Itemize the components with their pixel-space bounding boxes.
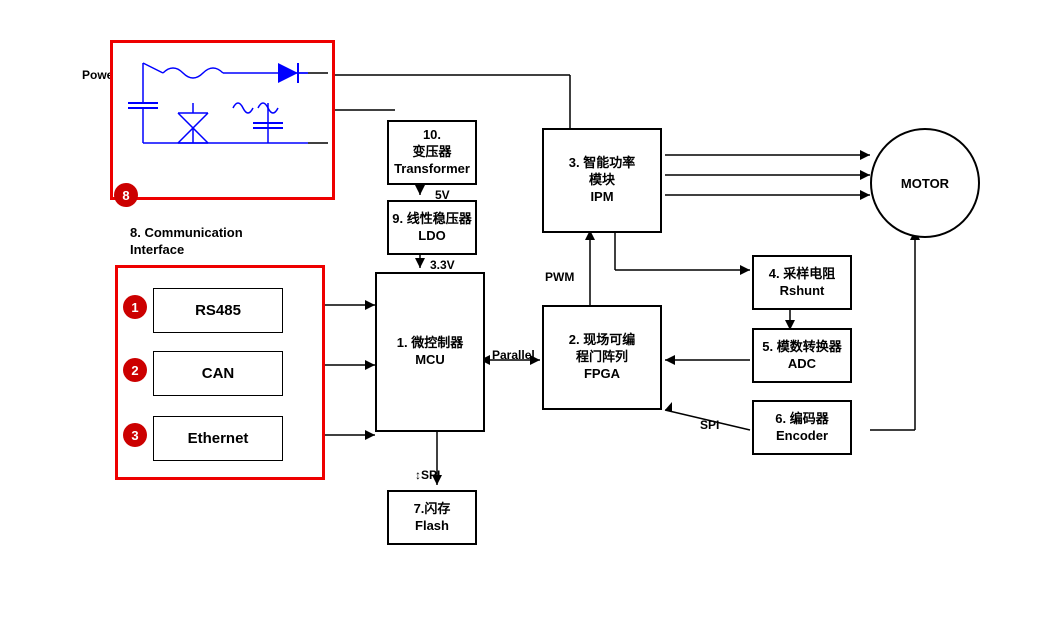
fpga-block: 2. 现场可编 程门阵列 FPGA [542, 305, 662, 410]
ipm-cn2: 模块 [589, 172, 615, 189]
mcu-en: MCU [415, 352, 445, 369]
spi-right-label: SPI [700, 418, 719, 432]
spi-bottom-label: ↕SPI [415, 468, 440, 482]
badge-1: 1 [123, 295, 147, 319]
mcu-block: 1. 微控制器 MCU [375, 272, 485, 432]
transformer-cn: 10. [423, 127, 441, 144]
ipm-block: 3. 智能功率 模块 IPM [542, 128, 662, 233]
transformer-block: 10. 变压器 Transformer [387, 120, 477, 185]
diagram: Power [0, 0, 1044, 624]
encoder-block: 6. 编码器 Encoder [752, 400, 852, 455]
fpga-en: FPGA [584, 366, 620, 383]
can-block: CAN [153, 351, 283, 396]
ipm-cn: 3. 智能功率 [569, 155, 635, 172]
flash-cn: 7.闪存 [414, 501, 451, 518]
badge-2: 2 [123, 358, 147, 382]
parallel-label: Parallel [492, 348, 535, 362]
flash-block: 7.闪存 Flash [387, 490, 477, 545]
v33-label: 3.3V [430, 258, 455, 272]
transformer-cn2: 变压器 [412, 144, 451, 161]
adc-en: ADC [788, 356, 816, 373]
power-box [110, 40, 335, 200]
fpga-cn2: 程门阵列 [576, 349, 628, 366]
adc-cn: 5. 模数转换器 [762, 339, 841, 356]
circuit-diagram [113, 43, 333, 198]
mcu-cn: 1. 微控制器 [397, 335, 463, 352]
rs485-label: RS485 [195, 302, 241, 319]
ethernet-block: Ethernet [153, 416, 283, 461]
badge-3: 3 [123, 423, 147, 447]
pwm-label: PWM [545, 270, 574, 284]
ldo-block: 9. 线性稳压器 LDO [387, 200, 477, 255]
comm-interface-label: 8. Communication Interface [130, 225, 243, 259]
ipm-en: IPM [590, 189, 613, 206]
rshunt-cn: 4. 采样电阻 [769, 266, 835, 283]
rshunt-en: Rshunt [780, 283, 825, 300]
ldo-cn: 9. 线性稳压器 [392, 211, 471, 228]
can-label: CAN [202, 365, 235, 382]
ldo-en: LDO [418, 228, 445, 245]
adc-block: 5. 模数转换器 ADC [752, 328, 852, 383]
encoder-en: Encoder [776, 428, 828, 445]
fpga-cn: 2. 现场可编 [569, 332, 635, 349]
flash-en: Flash [415, 518, 449, 535]
motor-label: MOTOR [901, 176, 949, 191]
rshunt-block: 4. 采样电阻 Rshunt [752, 255, 852, 310]
badge-8: 8 [114, 183, 138, 207]
motor-circle: MOTOR [870, 128, 980, 238]
comm-group: RS485 1 CAN 2 Ethernet 3 [115, 265, 325, 480]
transformer-en: Transformer [394, 161, 470, 178]
ethernet-label: Ethernet [188, 430, 249, 447]
encoder-cn: 6. 编码器 [775, 411, 828, 428]
rs485-block: RS485 [153, 288, 283, 333]
